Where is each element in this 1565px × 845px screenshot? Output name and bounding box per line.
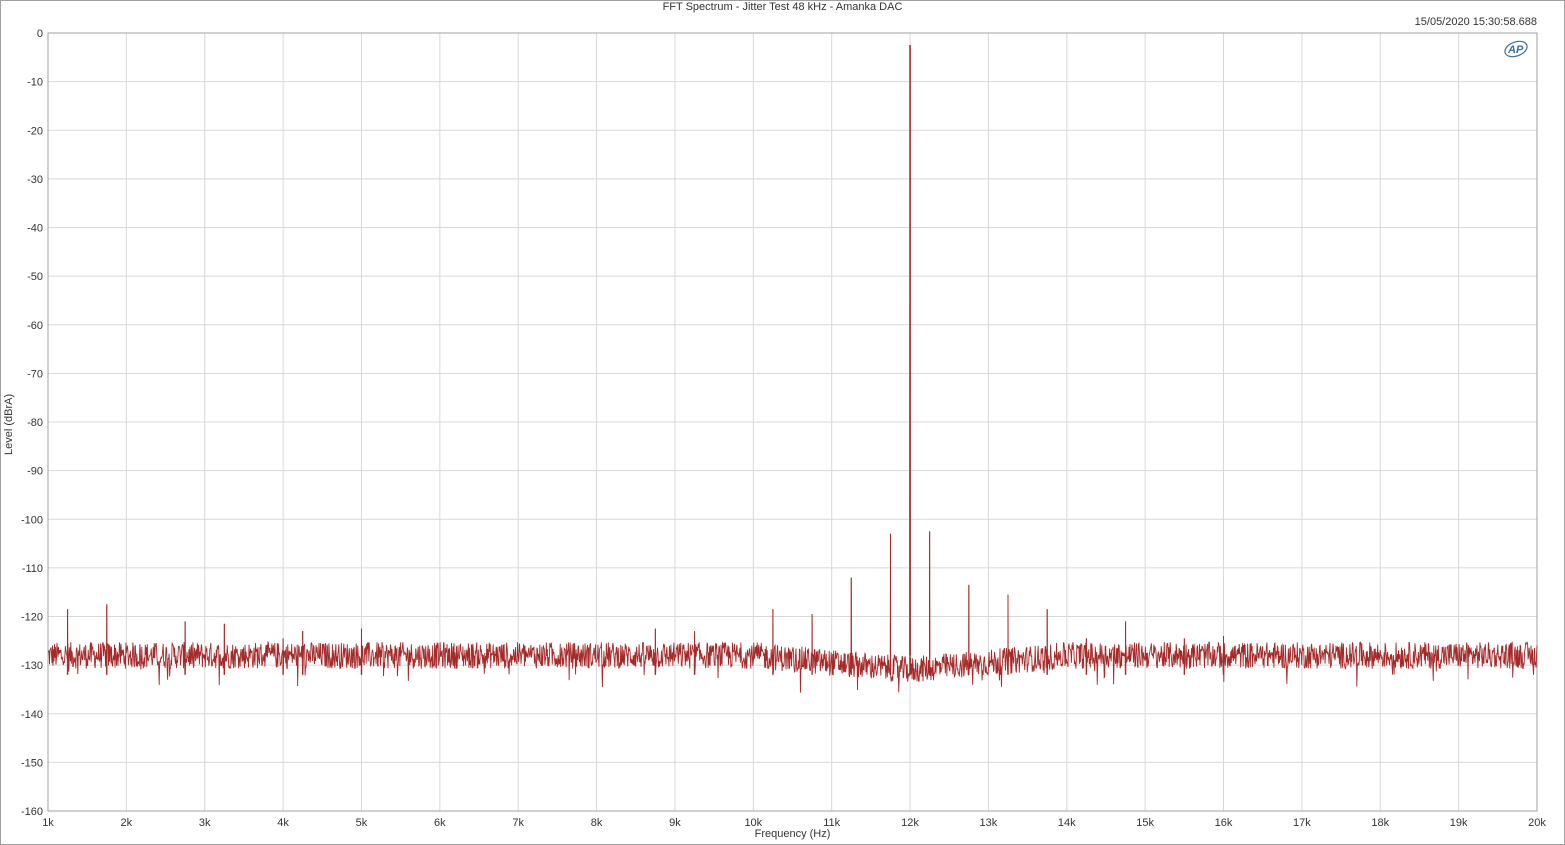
y-tick-label: -20 — [27, 125, 43, 137]
y-tick-label: -80 — [27, 417, 43, 429]
y-tick-label: -130 — [21, 660, 43, 672]
y-tick-label: -160 — [21, 806, 43, 818]
y-tick-label: -150 — [21, 757, 43, 769]
spectrum-trace — [47, 45, 1538, 693]
y-tick-label: -140 — [21, 709, 43, 721]
x-axis-label: Frequency (Hz) — [754, 828, 831, 840]
y-tick-label: -10 — [27, 77, 43, 89]
fft-plot: 1k 2k 3k 4k 5k 6k 7k 8k 9k 10k 11k 12k 13k 14k 15k 16k 1… — [21, 28, 1546, 829]
ap-logo: AP — [1503, 40, 1529, 63]
y-tick-label: -40 — [27, 223, 43, 235]
y-tick-label: -110 — [22, 563, 43, 575]
y-tick-label: -30 — [27, 174, 43, 186]
y-axis-label: Level (dBrA) — [3, 393, 15, 455]
y-tick-label: -120 — [21, 612, 43, 624]
y-tick-label: 0 — [37, 28, 43, 40]
y-tick-label: -70 — [27, 368, 43, 380]
y-tick-label: -60 — [27, 320, 43, 332]
y-tick-label: -50 — [27, 271, 43, 283]
y-tick-label: -90 — [27, 466, 43, 478]
y-tick-label: -100 — [21, 514, 43, 526]
svg-text:AP: AP — [1507, 44, 1524, 56]
